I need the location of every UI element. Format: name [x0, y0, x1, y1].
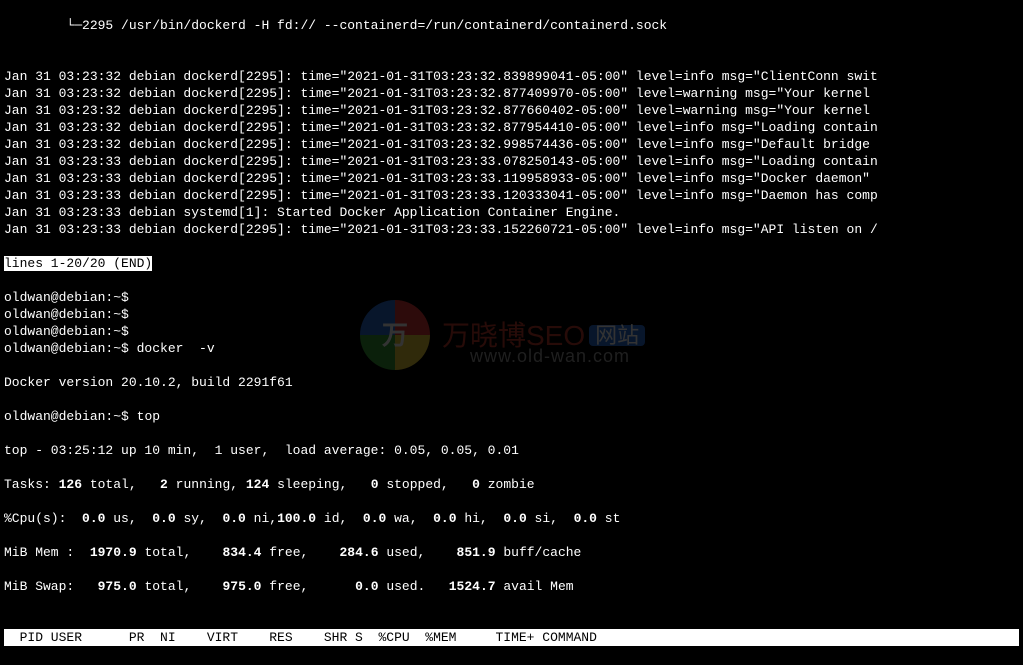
pager-status: lines 1-20/20 (END) [4, 255, 1019, 272]
docker-version-output: Docker version 20.10.2, build 2291f61 [4, 374, 1019, 391]
top-process-header: PID USER PR NI VIRT RES SHR S %CPU %MEM … [4, 629, 1019, 646]
shell-prompt[interactable]: oldwan@debian:~$ top [4, 408, 1019, 425]
log-line: Jan 31 03:23:33 debian dockerd[2295]: ti… [4, 221, 1019, 238]
log-line: Jan 31 03:23:33 debian systemd[1]: Start… [4, 204, 1019, 221]
log-line: Jan 31 03:23:33 debian dockerd[2295]: ti… [4, 170, 1019, 187]
log-line: Jan 31 03:23:32 debian dockerd[2295]: ti… [4, 119, 1019, 136]
shell-prompt[interactable]: oldwan@debian:~$ [4, 306, 1019, 323]
shell-prompt[interactable]: oldwan@debian:~$ [4, 323, 1019, 340]
log-line: Jan 31 03:23:32 debian dockerd[2295]: ti… [4, 85, 1019, 102]
log-line: Jan 31 03:23:33 debian dockerd[2295]: ti… [4, 187, 1019, 204]
shell-prompt[interactable]: oldwan@debian:~$ [4, 289, 1019, 306]
shell-prompt[interactable]: oldwan@debian:~$ docker -v [4, 340, 1019, 357]
log-line: Jan 31 03:23:32 debian dockerd[2295]: ti… [4, 102, 1019, 119]
top-swap-line: MiB Swap: 975.0 total, 975.0 free, 0.0 u… [4, 578, 1019, 595]
terminal[interactable]: └─2295 /usr/bin/dockerd -H fd:// --conta… [0, 0, 1023, 665]
top-summary-line: top - 03:25:12 up 10 min, 1 user, load a… [4, 442, 1019, 459]
log-line: Jan 31 03:23:32 debian dockerd[2295]: ti… [4, 136, 1019, 153]
top-mem-line: MiB Mem : 1970.9 total, 834.4 free, 284.… [4, 544, 1019, 561]
log-line: Jan 31 03:23:33 debian dockerd[2295]: ti… [4, 153, 1019, 170]
log-line: Jan 31 03:23:32 debian dockerd[2295]: ti… [4, 68, 1019, 85]
systemd-tree-line: └─2295 /usr/bin/dockerd -H fd:// --conta… [4, 17, 1019, 34]
top-tasks-line: Tasks: 126 total, 2 running, 124 sleepin… [4, 476, 1019, 493]
top-cpu-line: %Cpu(s): 0.0 us, 0.0 sy, 0.0 ni,100.0 id… [4, 510, 1019, 527]
